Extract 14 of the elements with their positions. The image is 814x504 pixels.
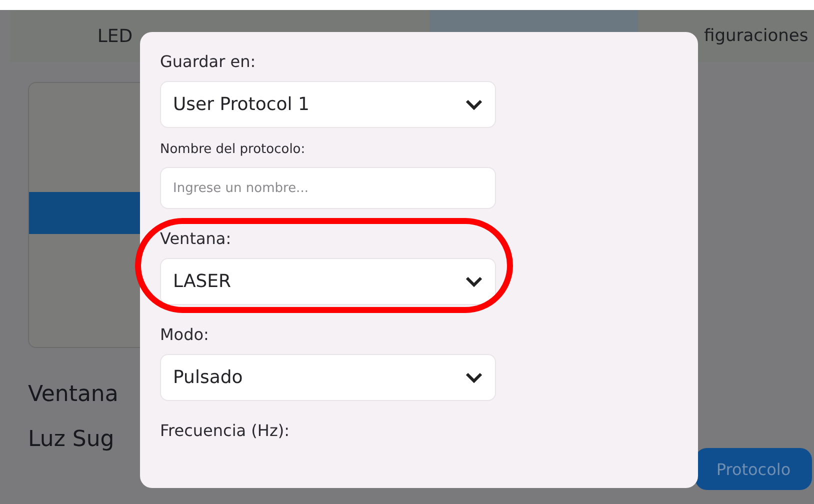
label-text: Luz Sug bbox=[28, 427, 114, 452]
field-label: Frecuencia (Hz): bbox=[160, 421, 290, 440]
select-field[interactable]: User Protocol 1 bbox=[160, 81, 496, 128]
field-label: Nombre del protocolo: bbox=[160, 142, 306, 157]
select-field[interactable]: LASER bbox=[160, 258, 496, 305]
label-text: Ventana bbox=[28, 382, 118, 407]
chevron-down-icon bbox=[465, 276, 483, 288]
field-label: Guardar en: bbox=[160, 52, 256, 71]
chevron-down-icon bbox=[465, 372, 483, 384]
select-field[interactable]: Pulsado bbox=[160, 354, 496, 401]
field-label: Ventana: bbox=[160, 229, 232, 248]
name-field[interactable]: Ingrese un nombre... bbox=[160, 167, 496, 209]
chevron-down-icon bbox=[465, 98, 483, 110]
field-label: Modo: bbox=[160, 325, 209, 344]
